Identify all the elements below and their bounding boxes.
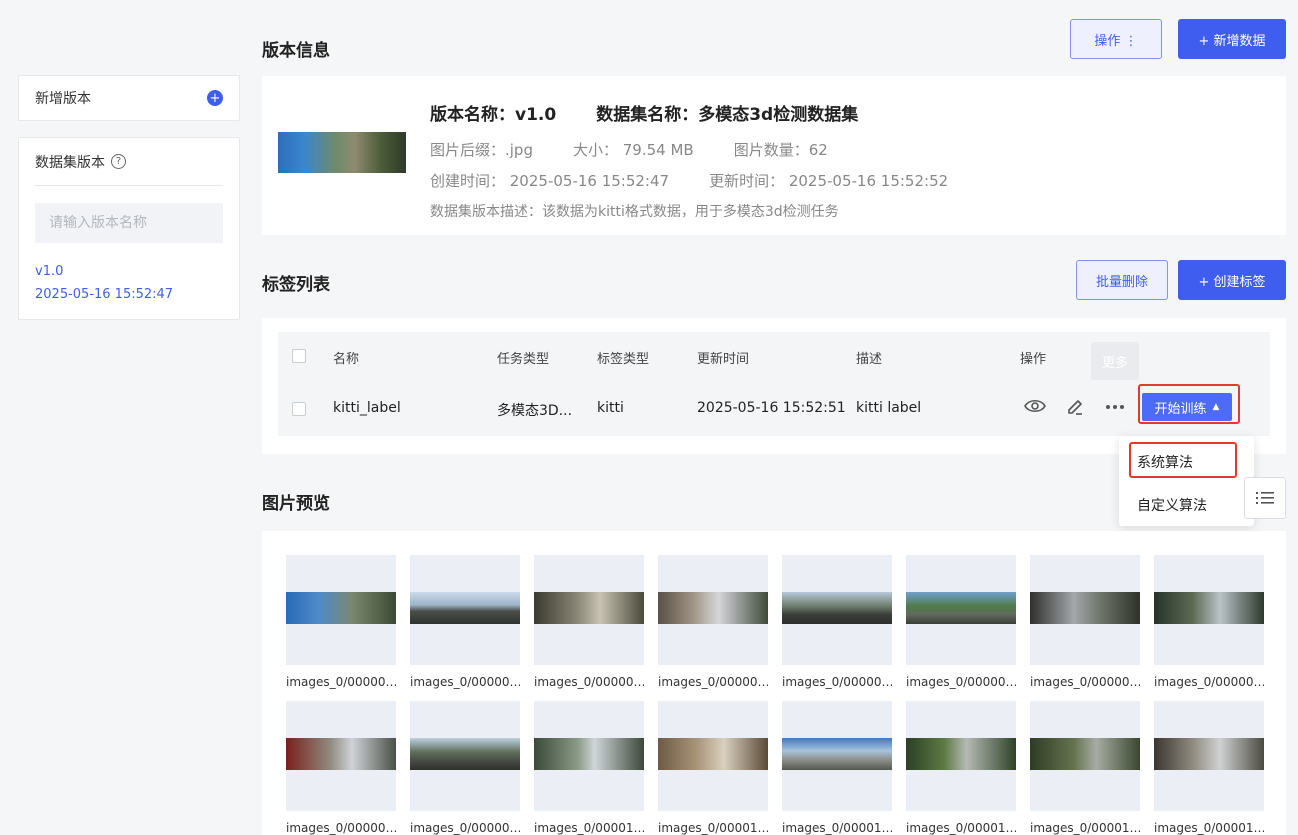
version-search-input[interactable] — [35, 203, 223, 243]
image-thumb[interactable] — [1030, 555, 1140, 665]
col-updated: 更新时间 — [697, 352, 750, 367]
image-filename: images_0/00001… — [906, 821, 1016, 835]
cell-updated: 2025-05-16 15:52:51 — [697, 400, 846, 416]
image-thumb[interactable] — [782, 555, 892, 665]
version-panel-header: 数据集版本 ? — [35, 138, 223, 186]
col-name: 名称 — [333, 352, 360, 367]
cell-description: kitti label — [856, 400, 922, 416]
version-name: v1.0 — [35, 264, 64, 279]
cell-label-type: kitti — [597, 400, 624, 416]
version-info-card: 版本名称：v1.0 数据集名称：多模态3d检测数据集 图片后缀：.jpg 大小：… — [262, 76, 1286, 235]
select-all-checkbox[interactable] — [292, 349, 306, 363]
image-thumb[interactable] — [1154, 555, 1264, 665]
image-thumb[interactable] — [286, 701, 396, 811]
add-data-button[interactable]: + 新增数据 — [1178, 19, 1286, 59]
version-info-title: 版本信息 — [262, 41, 330, 61]
image-thumb[interactable] — [534, 701, 644, 811]
list-view-toggle[interactable] — [1244, 477, 1286, 519]
cell-task-type: 多模态3D... — [497, 403, 573, 419]
batch-delete-button[interactable]: 批量删除 — [1076, 260, 1168, 300]
image-filename: images_0/00000… — [286, 675, 396, 689]
size-field: 大小： 79.54 MB — [572, 141, 694, 159]
image-thumb[interactable] — [782, 701, 892, 811]
version-panel: 数据集版本 ? v1.0 2025-05-16 15:52:47 — [18, 137, 240, 320]
edit-icon[interactable] — [1066, 398, 1084, 416]
image-thumb[interactable] — [658, 701, 768, 811]
version-name-field: 版本名称：v1.0 — [430, 105, 557, 125]
image-filename: images_0/00000… — [410, 821, 520, 835]
dataset-name-field: 数据集名称：多模态3d检测数据集 — [596, 105, 859, 125]
plus-circle-icon: + — [207, 90, 223, 106]
image-filename: images_0/00001… — [1030, 821, 1140, 835]
image-preview-grid: images_0/00000… images_0/00000… images_0… — [262, 531, 1286, 835]
create-label-button[interactable]: + 创建标签 — [1178, 260, 1286, 300]
highlight-system-algorithm — [1129, 442, 1237, 478]
image-filename: images_0/00001… — [782, 821, 892, 835]
row-checkbox[interactable] — [292, 402, 306, 416]
col-label-type: 标签类型 — [597, 352, 650, 367]
image-filename: images_0/00000… — [906, 675, 1016, 689]
version-date: 2025-05-16 15:52:47 — [35, 287, 174, 302]
image-filename: images_0/00001… — [1154, 821, 1264, 835]
image-thumb[interactable] — [906, 555, 1016, 665]
highlight-train-button — [1138, 384, 1240, 424]
image-filename: images_0/00000… — [1030, 675, 1140, 689]
dataset-cover-image — [278, 132, 406, 173]
label-table-card: 名称 任务类型 标签类型 更新时间 描述 操作 kitti_label 多模态3… — [262, 318, 1286, 454]
col-task-type: 任务类型 — [497, 352, 550, 367]
col-actions: 操作 — [1020, 352, 1047, 367]
help-icon[interactable]: ? — [111, 154, 126, 169]
image-filename: images_0/00001… — [658, 821, 768, 835]
version-description: 数据集版本描述：该数据为kitti格式数据，用于多模态3d检测任务 — [430, 204, 839, 220]
image-thumb[interactable] — [906, 701, 1016, 811]
more-tooltip: 更多 — [1091, 342, 1139, 380]
list-icon — [1256, 492, 1274, 504]
label-list-title: 标签列表 — [262, 275, 330, 295]
image-filename: images_0/00001… — [534, 821, 644, 835]
image-thumb[interactable] — [1154, 701, 1264, 811]
add-version-button[interactable]: 新增版本 + — [18, 75, 240, 121]
eye-icon[interactable] — [1024, 398, 1046, 414]
menu-item-custom-algorithm[interactable]: 自定义算法 — [1137, 495, 1207, 515]
updated-time-field: 更新时间： 2025-05-16 15:52:52 — [709, 172, 949, 190]
image-filename: images_0/00000… — [534, 675, 644, 689]
created-time-field: 创建时间： 2025-05-16 15:52:47 — [430, 172, 670, 190]
image-filename: images_0/00000… — [782, 675, 892, 689]
image-count-field: 图片数量：62 — [733, 141, 828, 159]
image-suffix-field: 图片后缀：.jpg — [430, 141, 533, 159]
image-preview-title: 图片预览 — [262, 494, 330, 514]
image-filename: images_0/00000… — [658, 675, 768, 689]
version-list-item[interactable]: v1.0 2025-05-16 15:52:47 — [35, 264, 223, 302]
col-description: 描述 — [856, 352, 883, 367]
version-panel-title: 数据集版本 — [35, 154, 105, 171]
image-thumb[interactable] — [534, 555, 644, 665]
image-filename: images_0/00000… — [286, 821, 396, 835]
image-thumb[interactable] — [410, 555, 520, 665]
image-thumb[interactable] — [410, 701, 520, 811]
image-filename: images_0/00000… — [1154, 675, 1264, 689]
add-version-label: 新增版本 — [35, 91, 91, 107]
cell-name: kitti_label — [333, 400, 401, 416]
more-icon[interactable] — [1105, 404, 1125, 410]
image-thumb[interactable] — [286, 555, 396, 665]
image-filename: images_0/00000… — [410, 675, 520, 689]
image-thumb[interactable] — [658, 555, 768, 665]
image-thumb[interactable] — [1030, 701, 1140, 811]
actions-button[interactable]: 操作 ⋮ — [1070, 19, 1162, 59]
